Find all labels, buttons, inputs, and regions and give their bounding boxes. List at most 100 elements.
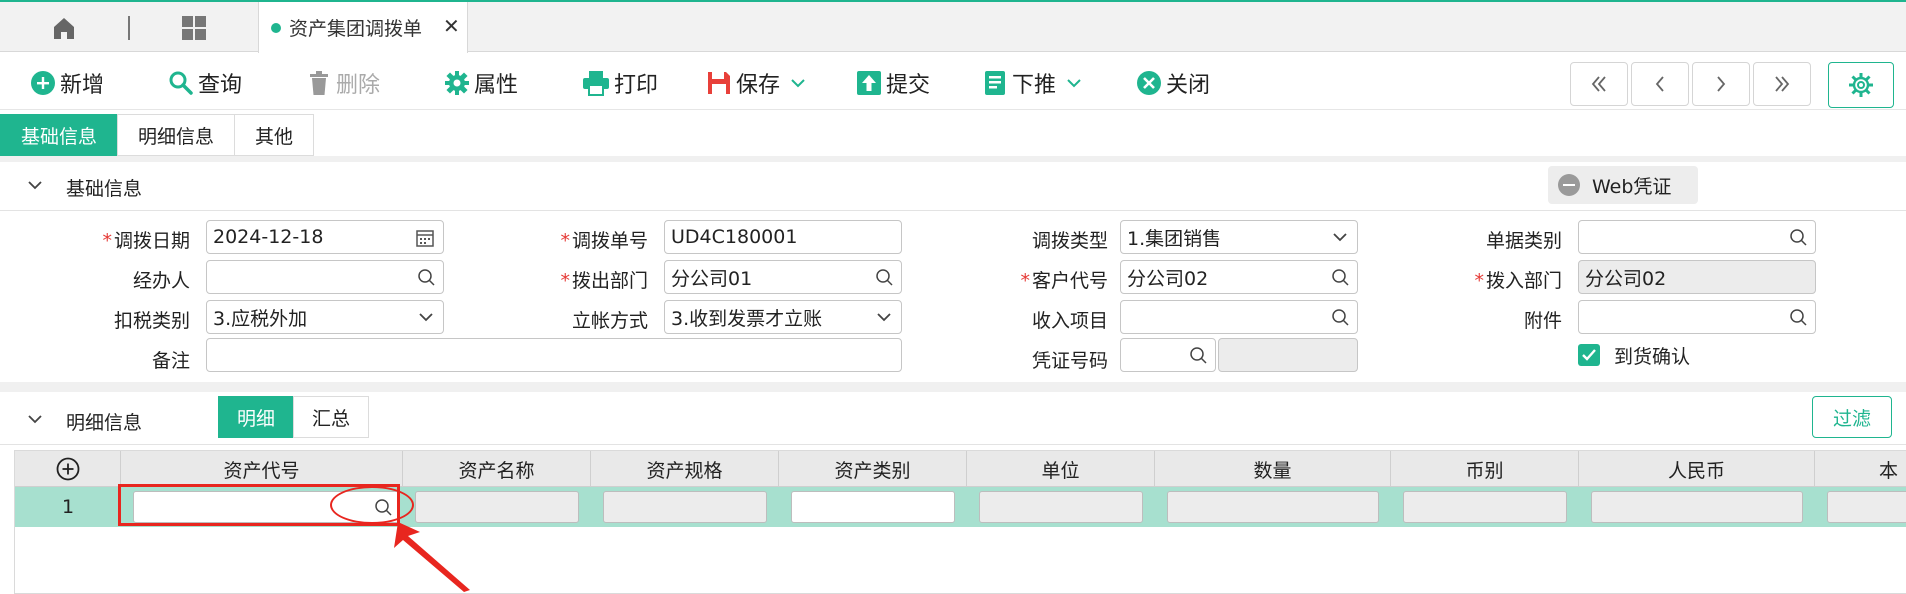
column-asset-name[interactable]: 资产名称 <box>403 451 591 487</box>
separator-band <box>0 382 1906 392</box>
chevron-down-icon[interactable] <box>790 77 806 89</box>
chevron-down-icon[interactable] <box>26 178 44 192</box>
push-down-label: 下推 <box>1012 73 1057 98</box>
apps-grid-icon[interactable] <box>180 14 208 42</box>
column-quantity[interactable]: 数量 <box>1155 451 1391 487</box>
calendar-icon[interactable] <box>415 228 435 248</box>
out-dept-field[interactable]: 分公司01 <box>664 260 902 294</box>
column-asset-spec[interactable]: 资产规格 <box>591 451 779 487</box>
column-asset-code[interactable]: 资产代号 <box>121 451 403 487</box>
minus-circle-icon <box>1558 174 1580 196</box>
quantity-cell <box>1167 491 1379 523</box>
handler-field[interactable] <box>206 260 444 294</box>
chevron-down-icon[interactable] <box>26 412 44 426</box>
account-method-select[interactable]: 3.收到发票才立账 <box>664 300 902 334</box>
transfer-type-select[interactable]: 1.集团销售 <box>1120 220 1358 254</box>
add-row-button[interactable] <box>15 451 121 487</box>
basic-info-title: 基础信息 <box>66 178 143 200</box>
truncated-cell <box>1827 491 1906 523</box>
transfer-no-label: * 调拨单号 <box>560 230 648 252</box>
delete-label: 删除 <box>336 73 381 98</box>
transfer-no-field[interactable]: UD4C180001 <box>664 220 902 254</box>
asset-spec-cell <box>603 491 767 523</box>
tab-detail-info[interactable]: 明细信息 <box>117 114 236 156</box>
transfer-date-field[interactable]: 2024-12-18 <box>206 220 444 254</box>
search-icon[interactable] <box>1789 308 1807 326</box>
asset-category-cell[interactable] <box>791 491 955 523</box>
document-tab[interactable]: 资产集团调拨单 ✕ <box>258 2 468 53</box>
customer-code-label: * 客户代号 <box>1020 270 1108 292</box>
trash-icon <box>310 71 328 95</box>
divider <box>0 210 1906 211</box>
account-method-label: 立帐方式 <box>571 310 648 332</box>
chevron-down-icon[interactable] <box>1066 77 1082 89</box>
income-item-field[interactable] <box>1120 300 1358 334</box>
column-currency[interactable]: 币别 <box>1391 451 1579 487</box>
close-tab-icon[interactable]: ✕ <box>443 14 460 38</box>
upload-icon <box>857 71 881 95</box>
search-icon[interactable] <box>875 268 893 286</box>
voucher-no-display <box>1218 338 1358 372</box>
out-dept-label: * 拨出部门 <box>560 270 648 292</box>
web-voucher-button[interactable]: Web凭证 <box>1548 166 1698 204</box>
submit-label: 提交 <box>886 73 931 98</box>
tab-detail[interactable]: 明细 <box>218 396 295 438</box>
submit-button[interactable]: 提交 <box>856 68 930 98</box>
save-button[interactable]: 保存 <box>706 68 810 98</box>
close-button[interactable]: 关闭 <box>1136 68 1210 98</box>
double-chevron-left-icon <box>1591 76 1606 92</box>
remark-label: 备注 <box>151 350 190 372</box>
row-number: 1 <box>61 496 75 518</box>
print-button[interactable]: 打印 <box>582 68 658 98</box>
push-down-button[interactable]: 下推 <box>982 68 1086 98</box>
tab-basic-info[interactable]: 基础信息 <box>0 114 119 156</box>
search-icon[interactable] <box>1331 308 1349 326</box>
rmb-cell <box>1591 491 1803 523</box>
search-icon[interactable] <box>1331 268 1349 286</box>
settings-button[interactable] <box>1828 62 1894 108</box>
first-record-button[interactable] <box>1570 62 1628 106</box>
column-rmb[interactable]: 人民币 <box>1579 451 1815 487</box>
add-button[interactable]: 新增 <box>30 68 104 98</box>
next-record-button[interactable] <box>1692 62 1750 106</box>
document-tab-title: 资产集团调拨单 <box>289 18 423 40</box>
tab-summary[interactable]: 汇总 <box>293 396 370 438</box>
properties-label: 属性 <box>474 73 519 98</box>
query-button[interactable]: 查询 <box>168 68 242 98</box>
section-tabs: 基础信息 明细信息 其他 <box>0 114 315 156</box>
printer-icon <box>583 71 609 96</box>
properties-button[interactable]: 属性 <box>444 68 518 98</box>
search-icon[interactable] <box>1789 228 1807 246</box>
remark-field[interactable] <box>206 338 902 372</box>
delete-button[interactable]: 删除 <box>306 68 380 98</box>
tax-type-select[interactable]: 3.应税外加 <box>206 300 444 334</box>
voucher-no-field[interactable] <box>1120 338 1216 372</box>
print-label: 打印 <box>614 73 659 98</box>
attachment-field[interactable] <box>1578 300 1816 334</box>
column-asset-category[interactable]: 资产类别 <box>779 451 967 487</box>
tab-strip: 资产集团调拨单 ✕ <box>0 0 1906 53</box>
filter-button[interactable]: 过滤 <box>1812 396 1892 438</box>
column-unit[interactable]: 单位 <box>967 451 1155 487</box>
column-truncated[interactable]: 本 <box>1815 451 1906 487</box>
gear-icon <box>1849 73 1873 97</box>
divider <box>0 444 1906 445</box>
doc-category-field[interactable] <box>1578 220 1816 254</box>
search-icon[interactable] <box>1189 346 1207 364</box>
arrival-confirm-label: 到货确认 <box>1614 346 1691 368</box>
tab-other[interactable]: 其他 <box>234 114 315 156</box>
add-label: 新增 <box>60 73 105 98</box>
previous-record-button[interactable] <box>1631 62 1689 106</box>
income-item-label: 收入项目 <box>1031 310 1108 332</box>
search-icon[interactable] <box>417 268 435 286</box>
close-label: 关闭 <box>1166 73 1211 98</box>
customer-code-field[interactable]: 分公司02 <box>1120 260 1358 294</box>
handler-label: 经办人 <box>132 270 190 292</box>
in-dept-label: * 拨入部门 <box>1474 270 1562 292</box>
plus-circle-icon <box>56 457 79 481</box>
currency-cell <box>1403 491 1567 523</box>
home-icon[interactable] <box>50 14 78 42</box>
last-record-button[interactable] <box>1753 62 1811 106</box>
close-circle-icon <box>1137 71 1161 95</box>
arrival-confirm-checkbox[interactable] <box>1578 344 1600 366</box>
